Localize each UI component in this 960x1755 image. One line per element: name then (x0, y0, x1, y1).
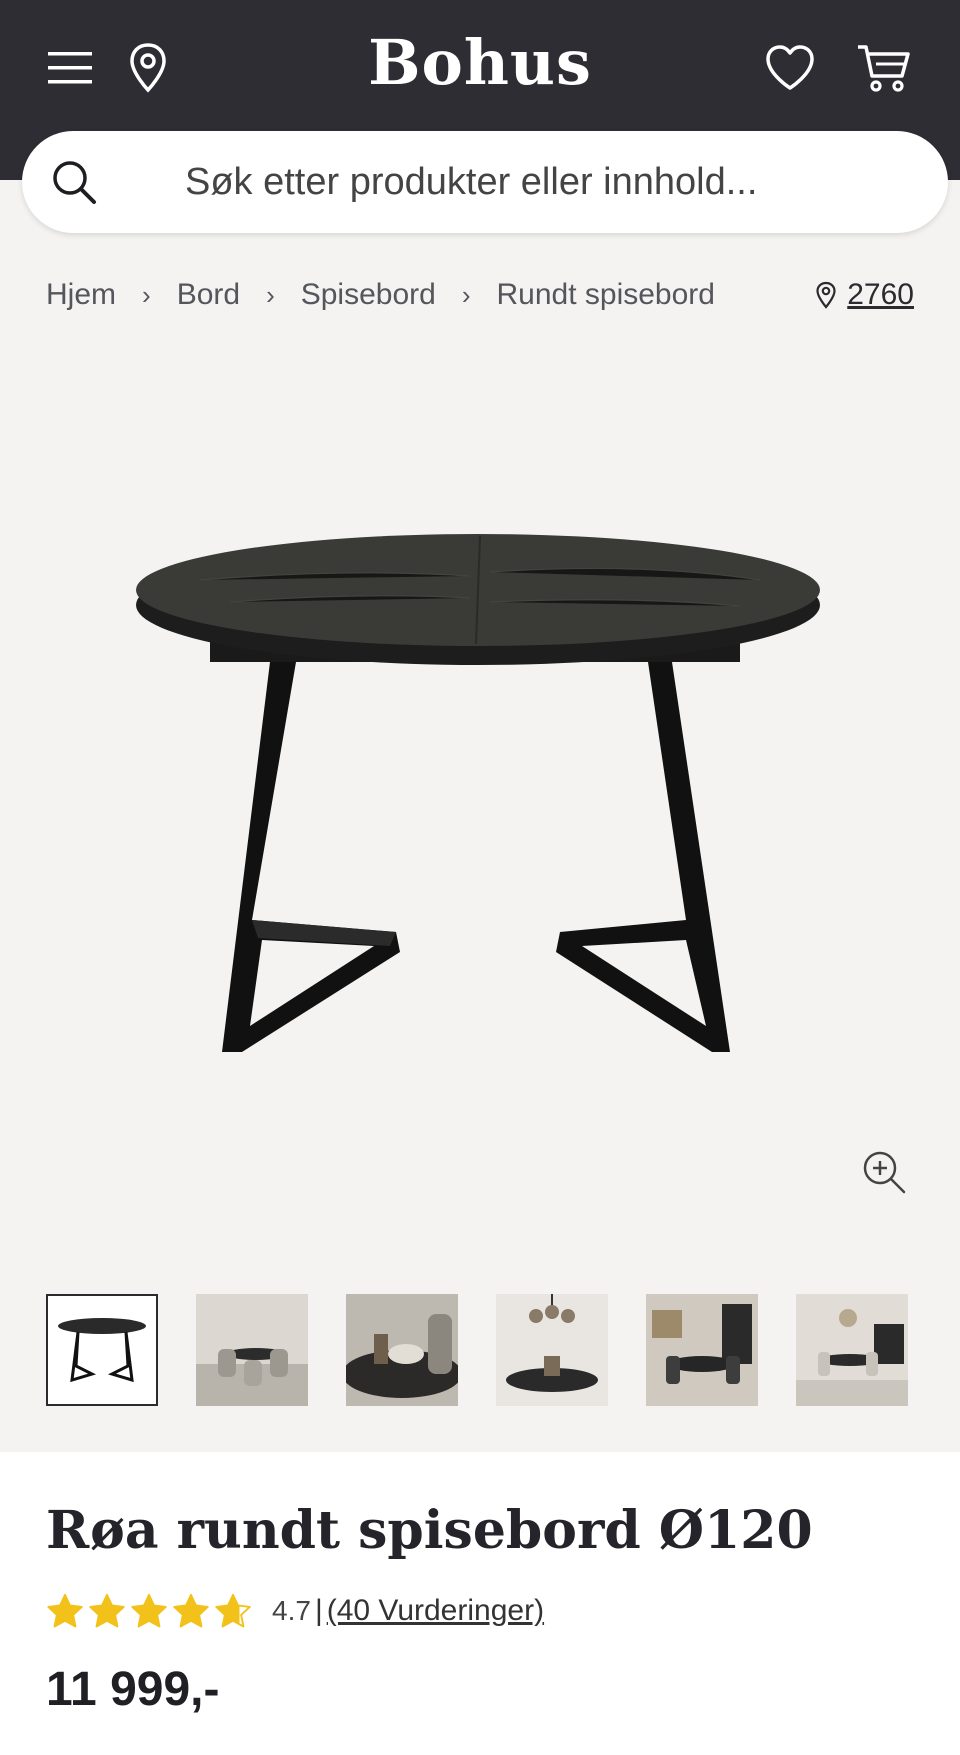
map-pin-icon (816, 281, 836, 309)
star-icon (89, 1593, 125, 1628)
map-pin-icon (130, 43, 166, 93)
thumbnail-strip (46, 1294, 908, 1406)
breadcrumb-rundt-spisebord[interactable]: Rundt spisebord (497, 278, 715, 312)
search-input[interactable] (185, 160, 885, 204)
star-icon (131, 1593, 167, 1628)
breadcrumb-spisebord[interactable]: Spisebord (301, 278, 436, 312)
breadcrumb: Hjem › Bord › Spisebord › Rundt spisebor… (46, 278, 715, 312)
shopping-cart-icon (858, 45, 910, 92)
product-title: Røa rundt spisebord Ø120 (46, 1500, 813, 1561)
delivery-postcode-link[interactable]: 2760 (815, 278, 914, 312)
product-info-panel: Røa rundt spisebord Ø120 4.7 | (40 Vurde… (0, 1452, 960, 1755)
chevron-right-icon: › (461, 279, 471, 310)
thumbnail-3[interactable] (346, 1294, 458, 1406)
hamburger-menu-icon (48, 52, 92, 84)
menu-button[interactable] (38, 36, 102, 100)
reviews-link[interactable]: (40 Vurderinger) (327, 1594, 544, 1628)
star-icon (173, 1593, 209, 1628)
wishlist-button[interactable] (758, 36, 822, 100)
thumbnail-1[interactable] (46, 1294, 158, 1406)
store-locator-button[interactable] (116, 36, 180, 100)
zoom-in-icon[interactable] (860, 1148, 908, 1196)
rating-separator: | (314, 1594, 323, 1627)
breadcrumb-bord[interactable]: Bord (177, 278, 240, 312)
star-icon (215, 1593, 251, 1628)
rating-value: 4.7 (272, 1595, 311, 1626)
chevron-right-icon: › (266, 279, 275, 310)
postcode[interactable]: 2760 (847, 278, 914, 312)
breadcrumb-home[interactable]: Hjem (46, 278, 116, 312)
chevron-right-icon: › (142, 279, 151, 310)
search-icon[interactable] (50, 158, 98, 206)
thumbnail-6[interactable] (796, 1294, 908, 1406)
product-price: 11 999,- (46, 1663, 220, 1716)
product-main-image[interactable] (0, 340, 960, 1260)
product-rating: 4.7 | (40 Vurderinger) (46, 1592, 544, 1630)
heart-icon (766, 45, 814, 90)
thumbnail-4[interactable] (496, 1294, 608, 1406)
thumbnail-5[interactable] (646, 1294, 758, 1406)
thumbnail-2[interactable] (196, 1294, 308, 1406)
rating-stars (46, 1592, 252, 1630)
cart-button[interactable] (852, 36, 916, 100)
search-bar[interactable] (22, 131, 948, 233)
star-icon (47, 1593, 83, 1628)
